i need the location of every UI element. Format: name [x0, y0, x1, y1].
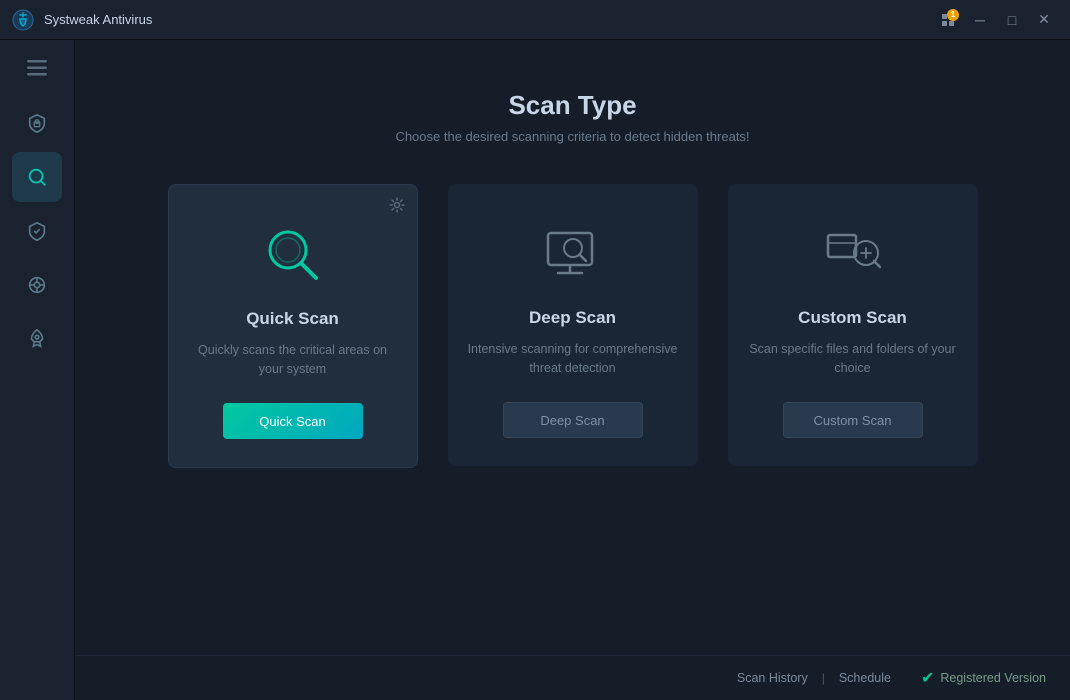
quick-scan-icon: [258, 219, 328, 289]
sidebar-item-firewall[interactable]: [12, 260, 62, 310]
quick-scan-desc: Quickly scans the critical areas on your…: [189, 341, 397, 381]
quick-scan-card: Quick Scan Quickly scans the critical ar…: [168, 184, 418, 468]
deep-scan-icon: [538, 218, 608, 288]
sidebar-item-scan[interactable]: [12, 152, 62, 202]
footer: Scan History | Schedule ✔ Registered Ver…: [75, 655, 1070, 700]
notification-button[interactable]: 1: [934, 6, 962, 34]
sidebar-menu-icon[interactable]: [15, 50, 59, 86]
scan-history-link[interactable]: Scan History: [737, 671, 808, 685]
deep-scan-title: Deep Scan: [529, 308, 616, 328]
scan-cards-container: Quick Scan Quickly scans the critical ar…: [75, 184, 1070, 655]
custom-scan-icon: [818, 218, 888, 288]
titlebar: Systweak Antivirus 1 ─ □ ✕: [0, 0, 1070, 40]
custom-scan-title: Custom Scan: [798, 308, 907, 328]
content-area: Scan Type Choose the desired scanning cr…: [75, 40, 1070, 700]
page-title: Scan Type: [75, 90, 1070, 121]
card-settings-icon[interactable]: [389, 197, 405, 218]
window-controls: 1 ─ □ ✕: [934, 6, 1058, 34]
sidebar-item-boost[interactable]: [12, 314, 62, 364]
sidebar-item-shield[interactable]: [12, 206, 62, 256]
minimize-button[interactable]: ─: [966, 6, 994, 34]
quick-scan-title: Quick Scan: [246, 309, 339, 329]
sidebar: [0, 40, 75, 700]
deep-scan-card: Deep Scan Intensive scanning for compreh…: [448, 184, 698, 466]
notification-badge: 1: [947, 9, 959, 21]
registered-version: ✔ Registered Version: [921, 668, 1046, 688]
maximize-button[interactable]: □: [998, 6, 1026, 34]
page-header: Scan Type Choose the desired scanning cr…: [75, 40, 1070, 184]
sidebar-item-protection[interactable]: [12, 98, 62, 148]
registered-label: Registered Version: [940, 671, 1046, 685]
shield-lock-icon: [26, 112, 48, 134]
custom-scan-button[interactable]: Custom Scan: [783, 402, 923, 438]
search-icon: [26, 166, 48, 188]
app-title: Systweak Antivirus: [44, 12, 152, 27]
footer-links: Scan History | Schedule: [737, 671, 891, 685]
shield-check-icon: [26, 220, 48, 242]
custom-scan-card: Custom Scan Scan specific files and fold…: [728, 184, 978, 466]
close-button[interactable]: ✕: [1030, 6, 1058, 34]
footer-divider: |: [822, 671, 825, 685]
custom-scan-desc: Scan specific files and folders of your …: [748, 340, 958, 380]
deep-scan-button[interactable]: Deep Scan: [503, 402, 643, 438]
main-layout: Scan Type Choose the desired scanning cr…: [0, 40, 1070, 700]
titlebar-left: Systweak Antivirus: [12, 9, 152, 31]
app-logo-icon: [12, 9, 34, 31]
rocket-icon: [26, 328, 48, 350]
registered-check-icon: ✔: [921, 668, 934, 688]
firewall-icon: [26, 274, 48, 296]
page-subtitle: Choose the desired scanning criteria to …: [75, 129, 1070, 144]
schedule-link[interactable]: Schedule: [839, 671, 891, 685]
quick-scan-button[interactable]: Quick Scan: [223, 403, 363, 439]
deep-scan-desc: Intensive scanning for comprehensive thr…: [468, 340, 678, 380]
